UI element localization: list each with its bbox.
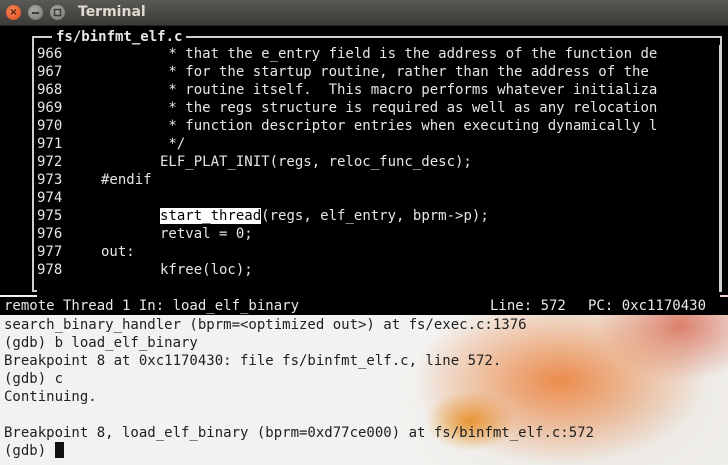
status-program-counter: PC: 0xc1170430 [588, 298, 707, 314]
source-line: 975 start_thread(regs, elf_entry, bprm->… [37, 207, 720, 225]
line-number: 976 [37, 226, 63, 242]
line-text: ELF_PLAT_INIT(regs, reloc_func_desc); [101, 154, 472, 170]
line-number: 974 [37, 190, 63, 206]
line-number: 973 [37, 172, 63, 188]
line-number: 967 [37, 64, 63, 80]
console-line: search_binary_handler (bprm=<optimized o… [4, 317, 527, 333]
console-line: Breakpoint 8, load_elf_binary (bprm=0xd7… [4, 425, 595, 441]
source-line: 968 * routine itself. This macro perform… [37, 81, 720, 99]
window-title: Terminal [78, 4, 146, 20]
source-line: 972 ELF_PLAT_INIT(regs, reloc_func_desc)… [37, 153, 720, 171]
highlighted-symbol: start_thread [160, 208, 262, 224]
source-window: fs/binfmt_elf.c 966 * that the e_entry f… [0, 26, 728, 298]
console-line: (gdb) c [4, 371, 64, 387]
line-text: * routine itself. This macro performs wh… [101, 82, 658, 98]
line-text: * for the startup routine, rather than t… [101, 64, 649, 80]
source-line: 974 [37, 189, 720, 207]
line-text: * function descriptor entries when execu… [101, 118, 658, 134]
console-line: Continuing. [4, 389, 97, 405]
source-line: 971 */ [37, 135, 720, 153]
line-text: * the regs structure is required as well… [101, 100, 658, 116]
minimize-icon[interactable] [28, 5, 43, 20]
status-line-number: Line: 572 [490, 298, 566, 314]
line-number: 975 [37, 208, 63, 224]
source-line: 967 * for the startup routine, rather th… [37, 63, 720, 81]
line-text: out: [101, 244, 135, 260]
maximize-icon[interactable] [50, 5, 65, 20]
line-number: 968 [37, 82, 63, 98]
line-text: kfree(loc); [101, 262, 253, 278]
line-text: retval = 0; [101, 226, 253, 242]
line-number: 971 [37, 136, 63, 152]
line-number: 969 [37, 100, 63, 116]
line-number: 972 [37, 154, 63, 170]
gdb-console[interactable]: search_binary_handler (bprm=<optimized o… [4, 316, 724, 460]
source-line: 978 kfree(loc); [37, 261, 720, 279]
source-line: 969 * the regs structure is required as … [37, 99, 720, 117]
source-code: 966 * that the e_entry field is the addr… [37, 45, 720, 298]
title-bar: × Terminal [0, 0, 728, 26]
line-text [101, 208, 160, 224]
source-line: 973 #endif [37, 171, 720, 189]
line-text-rest: (regs, elf_entry, bprm->p); [261, 208, 489, 224]
source-line: 977 out: [37, 243, 720, 261]
source-file-name: fs/binfmt_elf.c [52, 28, 187, 46]
gdb-prompt-line[interactable]: (gdb) [4, 442, 724, 460]
line-text: * that the e_entry field is the address … [101, 46, 658, 62]
line-text: #endif [101, 172, 152, 188]
terminal-area[interactable]: fs/binfmt_elf.c 966 * that the e_entry f… [0, 26, 728, 465]
source-line: 966 * that the e_entry field is the addr… [37, 45, 720, 63]
console-line: Breakpoint 8 at 0xc1170430: file fs/binf… [4, 353, 502, 369]
line-number: 977 [37, 244, 63, 260]
close-glyph: × [9, 7, 18, 18]
source-scrollbar[interactable] [719, 45, 722, 292]
source-line: 976 retval = 0; [37, 225, 720, 243]
text-cursor [54, 442, 64, 458]
line-number: 978 [37, 262, 63, 278]
source-line: 970 * function descriptor entries when e… [37, 117, 720, 135]
line-text: */ [101, 136, 186, 152]
console-line: (gdb) b load_elf_binary [4, 335, 198, 351]
status-thread: remote Thread 1 In: load_elf_binary [4, 298, 300, 314]
gdb-prompt: (gdb) [4, 443, 55, 459]
line-number: 966 [37, 46, 63, 62]
status-bar: remote Thread 1 In: load_elf_binary Line… [0, 297, 728, 315]
close-icon[interactable]: × [6, 5, 21, 20]
line-number: 970 [37, 118, 63, 134]
